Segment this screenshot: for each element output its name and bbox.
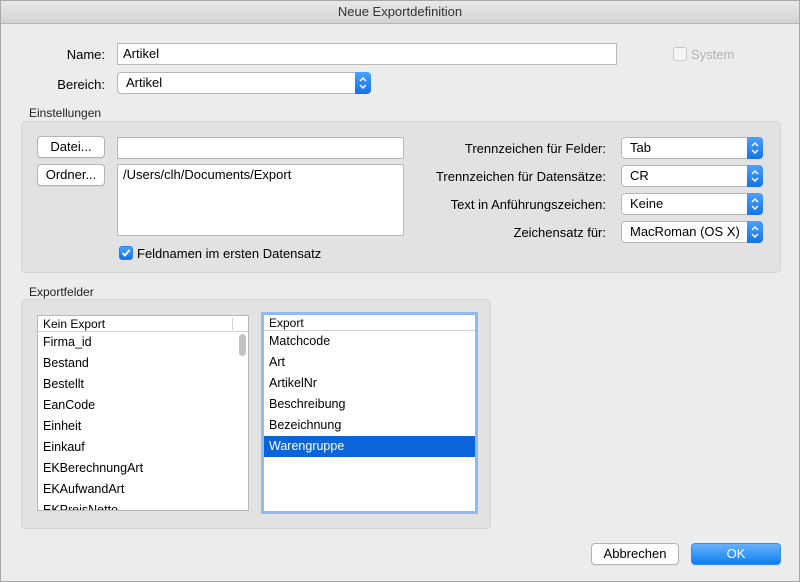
popup-stepper-icon bbox=[747, 193, 763, 215]
cancel-button[interactable]: Abbrechen bbox=[591, 543, 679, 565]
list-item[interactable]: Art bbox=[264, 352, 475, 373]
list-item[interactable]: Bestand bbox=[38, 353, 248, 374]
feldnamen-label: Feldnamen im ersten Datensatz bbox=[137, 246, 322, 261]
bereich-value: Artikel bbox=[126, 75, 163, 90]
system-label: System bbox=[691, 47, 735, 62]
datei-button[interactable]: Datei... bbox=[37, 136, 105, 158]
trennzeichen-datensaetze-value: CR bbox=[630, 168, 649, 183]
export-header: Export bbox=[264, 315, 475, 331]
text-anfuehrungszeichen-label: Text in Anführungszeichen: bbox=[450, 197, 606, 212]
column-divider bbox=[232, 318, 233, 330]
list-item[interactable]: EKPreisNetto bbox=[38, 500, 248, 510]
ok-button[interactable]: OK bbox=[691, 543, 781, 565]
trennzeichen-felder-value: Tab bbox=[630, 140, 651, 155]
kein-export-header: Kein Export bbox=[38, 316, 248, 332]
popup-stepper-icon bbox=[747, 165, 763, 187]
datei-field[interactable] bbox=[117, 137, 404, 159]
scrollbar-thumb[interactable] bbox=[239, 334, 246, 356]
zeichensatz-value: MacRoman (OS X) bbox=[630, 224, 740, 239]
list-item[interactable]: ArtikelNr bbox=[264, 373, 475, 394]
list-item[interactable]: EKAufwandArt bbox=[38, 479, 248, 500]
system-checkbox[interactable] bbox=[673, 47, 687, 61]
window-title: Neue Exportdefinition bbox=[1, 1, 799, 24]
bereich-label: Bereich: bbox=[57, 77, 105, 92]
popup-stepper-icon bbox=[747, 221, 763, 243]
text-anfuehrungszeichen-popup[interactable]: Keine bbox=[621, 193, 763, 215]
bereich-popup[interactable]: Artikel bbox=[117, 72, 371, 94]
list-item[interactable]: Firma_id bbox=[38, 332, 248, 353]
list-item[interactable]: EanCode bbox=[38, 395, 248, 416]
ordner-field[interactable]: /Users/clh/Documents/Export bbox=[117, 164, 404, 236]
dialog-window: Neue Exportdefinition Name: Artikel Syst… bbox=[0, 0, 800, 582]
kein-export-list[interactable]: Kein Export Firma_id Bestand Bestellt Ea… bbox=[37, 315, 249, 511]
trennzeichen-datensaetze-label: Trennzeichen für Datensätze: bbox=[435, 169, 606, 184]
list-item[interactable]: Matchcode bbox=[264, 331, 475, 352]
list-item[interactable]: Einkauf bbox=[38, 437, 248, 458]
trennzeichen-datensaetze-popup[interactable]: CR bbox=[621, 165, 763, 187]
text-anfuehrungszeichen-value: Keine bbox=[630, 196, 664, 211]
popup-stepper-icon bbox=[747, 137, 763, 159]
zeichensatz-popup[interactable]: MacRoman (OS X) bbox=[621, 221, 763, 243]
popup-stepper-icon bbox=[355, 72, 371, 94]
list-item[interactable]: EKBerechnungArt bbox=[38, 458, 248, 479]
list-item[interactable]: Bestellt bbox=[38, 374, 248, 395]
feldnamen-checkbox[interactable] bbox=[119, 246, 133, 260]
list-item[interactable]: Bezeichnung bbox=[264, 415, 475, 436]
zeichensatz-label: Zeichensatz für: bbox=[513, 225, 607, 240]
kein-export-header-label: Kein Export bbox=[43, 317, 106, 331]
trennzeichen-felder-label: Trennzeichen für Felder: bbox=[464, 141, 606, 156]
list-item-selected[interactable]: Warengruppe bbox=[264, 436, 475, 457]
name-field[interactable]: Artikel bbox=[117, 43, 617, 65]
export-list[interactable]: Export Matchcode Art ArtikelNr Beschreib… bbox=[261, 312, 478, 514]
trennzeichen-felder-popup[interactable]: Tab bbox=[621, 137, 763, 159]
list-item[interactable]: Einheit bbox=[38, 416, 248, 437]
ordner-button[interactable]: Ordner... bbox=[37, 164, 105, 186]
exportfelder-title: Exportfelder bbox=[29, 285, 94, 299]
einstellungen-title: Einstellungen bbox=[29, 106, 102, 120]
checkmark-icon bbox=[121, 249, 131, 257]
list-item[interactable]: Beschreibung bbox=[264, 394, 475, 415]
name-label: Name: bbox=[66, 47, 105, 62]
